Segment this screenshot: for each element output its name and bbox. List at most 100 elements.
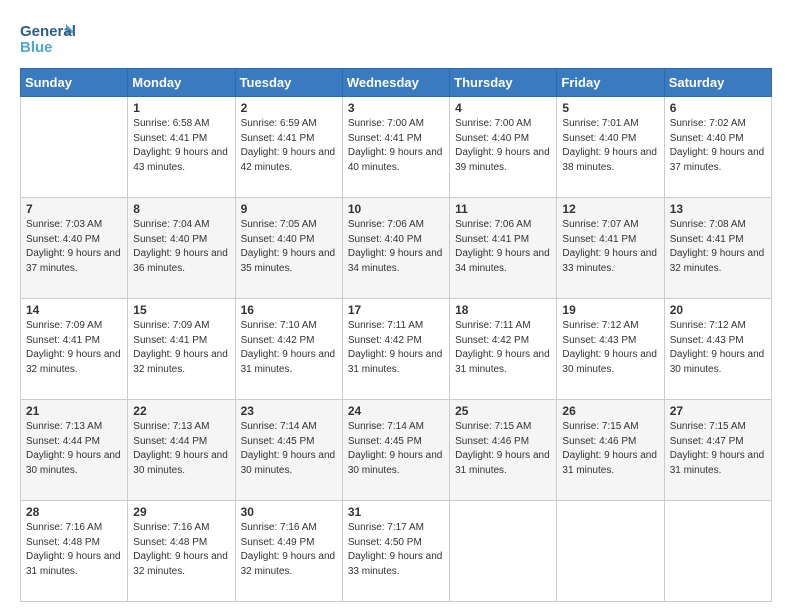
day-info: Sunrise: 7:11 AM Sunset: 4:42 PM Dayligh… (348, 319, 444, 377)
calendar-cell: 5 Sunrise: 7:01 AM Sunset: 4:40 PM Dayli… (557, 97, 664, 198)
sunrise-text: Sunrise: 7:12 AM (562, 319, 658, 334)
sunrise-text: Sunrise: 7:15 AM (562, 420, 658, 435)
day-number: 18 (455, 303, 551, 317)
sunset-text: Sunset: 4:41 PM (133, 132, 229, 147)
sunrise-text: Sunrise: 7:00 AM (455, 117, 551, 132)
daylight-text: Daylight: 9 hours and 42 minutes. (241, 146, 337, 175)
calendar-week-2: 7 Sunrise: 7:03 AM Sunset: 4:40 PM Dayli… (21, 198, 772, 299)
day-info: Sunrise: 7:10 AM Sunset: 4:42 PM Dayligh… (241, 319, 337, 377)
sunset-text: Sunset: 4:41 PM (670, 233, 766, 248)
calendar-cell: 8 Sunrise: 7:04 AM Sunset: 4:40 PM Dayli… (128, 198, 235, 299)
calendar-cell: 28 Sunrise: 7:16 AM Sunset: 4:48 PM Dayl… (21, 501, 128, 602)
sunrise-text: Sunrise: 7:13 AM (133, 420, 229, 435)
sunset-text: Sunset: 4:40 PM (562, 132, 658, 147)
day-number: 19 (562, 303, 658, 317)
calendar-cell: 1 Sunrise: 6:58 AM Sunset: 4:41 PM Dayli… (128, 97, 235, 198)
calendar-week-3: 14 Sunrise: 7:09 AM Sunset: 4:41 PM Dayl… (21, 299, 772, 400)
day-number: 23 (241, 404, 337, 418)
sunset-text: Sunset: 4:45 PM (241, 435, 337, 450)
sunset-text: Sunset: 4:40 PM (455, 132, 551, 147)
day-info: Sunrise: 7:08 AM Sunset: 4:41 PM Dayligh… (670, 218, 766, 276)
sunset-text: Sunset: 4:44 PM (133, 435, 229, 450)
sunrise-text: Sunrise: 7:10 AM (241, 319, 337, 334)
day-info: Sunrise: 7:04 AM Sunset: 4:40 PM Dayligh… (133, 218, 229, 276)
day-number: 5 (562, 101, 658, 115)
day-info: Sunrise: 7:15 AM Sunset: 4:46 PM Dayligh… (562, 420, 658, 478)
sunrise-text: Sunrise: 7:13 AM (26, 420, 122, 435)
sunrise-text: Sunrise: 7:11 AM (455, 319, 551, 334)
calendar-cell: 15 Sunrise: 7:09 AM Sunset: 4:41 PM Dayl… (128, 299, 235, 400)
sunrise-text: Sunrise: 7:08 AM (670, 218, 766, 233)
day-number: 8 (133, 202, 229, 216)
daylight-text: Daylight: 9 hours and 32 minutes. (133, 348, 229, 377)
daylight-text: Daylight: 9 hours and 43 minutes. (133, 146, 229, 175)
calendar-cell: 23 Sunrise: 7:14 AM Sunset: 4:45 PM Dayl… (235, 400, 342, 501)
sunset-text: Sunset: 4:40 PM (133, 233, 229, 248)
sunset-text: Sunset: 4:41 PM (26, 334, 122, 349)
day-info: Sunrise: 7:14 AM Sunset: 4:45 PM Dayligh… (241, 420, 337, 478)
day-number: 10 (348, 202, 444, 216)
calendar-cell: 12 Sunrise: 7:07 AM Sunset: 4:41 PM Dayl… (557, 198, 664, 299)
sunset-text: Sunset: 4:47 PM (670, 435, 766, 450)
day-info: Sunrise: 7:03 AM Sunset: 4:40 PM Dayligh… (26, 218, 122, 276)
calendar-cell (664, 501, 771, 602)
calendar-week-1: 1 Sunrise: 6:58 AM Sunset: 4:41 PM Dayli… (21, 97, 772, 198)
daylight-text: Daylight: 9 hours and 32 minutes. (26, 348, 122, 377)
day-info: Sunrise: 7:05 AM Sunset: 4:40 PM Dayligh… (241, 218, 337, 276)
daylight-text: Daylight: 9 hours and 36 minutes. (133, 247, 229, 276)
daylight-text: Daylight: 9 hours and 32 minutes. (241, 550, 337, 579)
day-number: 12 (562, 202, 658, 216)
daylight-text: Daylight: 9 hours and 35 minutes. (241, 247, 337, 276)
day-number: 13 (670, 202, 766, 216)
day-info: Sunrise: 7:00 AM Sunset: 4:40 PM Dayligh… (455, 117, 551, 175)
day-info: Sunrise: 7:06 AM Sunset: 4:40 PM Dayligh… (348, 218, 444, 276)
weekday-header-saturday: Saturday (664, 69, 771, 97)
weekday-header-sunday: Sunday (21, 69, 128, 97)
sunset-text: Sunset: 4:41 PM (133, 334, 229, 349)
sunrise-text: Sunrise: 7:09 AM (133, 319, 229, 334)
day-info: Sunrise: 7:12 AM Sunset: 4:43 PM Dayligh… (562, 319, 658, 377)
calendar-cell: 3 Sunrise: 7:00 AM Sunset: 4:41 PM Dayli… (342, 97, 449, 198)
header: General Blue (20, 18, 772, 60)
sunrise-text: Sunrise: 7:16 AM (26, 521, 122, 536)
daylight-text: Daylight: 9 hours and 30 minutes. (26, 449, 122, 478)
sunset-text: Sunset: 4:43 PM (670, 334, 766, 349)
day-info: Sunrise: 7:13 AM Sunset: 4:44 PM Dayligh… (26, 420, 122, 478)
sunset-text: Sunset: 4:48 PM (26, 536, 122, 551)
daylight-text: Daylight: 9 hours and 31 minutes. (348, 348, 444, 377)
day-info: Sunrise: 7:09 AM Sunset: 4:41 PM Dayligh… (133, 319, 229, 377)
daylight-text: Daylight: 9 hours and 31 minutes. (562, 449, 658, 478)
daylight-text: Daylight: 9 hours and 31 minutes. (670, 449, 766, 478)
calendar-week-5: 28 Sunrise: 7:16 AM Sunset: 4:48 PM Dayl… (21, 501, 772, 602)
sunset-text: Sunset: 4:46 PM (455, 435, 551, 450)
calendar-cell: 6 Sunrise: 7:02 AM Sunset: 4:40 PM Dayli… (664, 97, 771, 198)
sunrise-text: Sunrise: 7:04 AM (133, 218, 229, 233)
sunset-text: Sunset: 4:41 PM (241, 132, 337, 147)
daylight-text: Daylight: 9 hours and 37 minutes. (670, 146, 766, 175)
daylight-text: Daylight: 9 hours and 31 minutes. (26, 550, 122, 579)
daylight-text: Daylight: 9 hours and 30 minutes. (562, 348, 658, 377)
day-info: Sunrise: 7:00 AM Sunset: 4:41 PM Dayligh… (348, 117, 444, 175)
weekday-header-thursday: Thursday (450, 69, 557, 97)
sunset-text: Sunset: 4:43 PM (562, 334, 658, 349)
calendar-cell: 4 Sunrise: 7:00 AM Sunset: 4:40 PM Dayli… (450, 97, 557, 198)
sunset-text: Sunset: 4:48 PM (133, 536, 229, 551)
sunset-text: Sunset: 4:46 PM (562, 435, 658, 450)
day-number: 6 (670, 101, 766, 115)
day-info: Sunrise: 7:06 AM Sunset: 4:41 PM Dayligh… (455, 218, 551, 276)
day-info: Sunrise: 7:16 AM Sunset: 4:48 PM Dayligh… (133, 521, 229, 579)
sunrise-text: Sunrise: 7:06 AM (348, 218, 444, 233)
sunrise-text: Sunrise: 7:16 AM (133, 521, 229, 536)
sunset-text: Sunset: 4:42 PM (348, 334, 444, 349)
weekday-header-row: SundayMondayTuesdayWednesdayThursdayFrid… (21, 69, 772, 97)
calendar-cell (557, 501, 664, 602)
sunrise-text: Sunrise: 7:06 AM (455, 218, 551, 233)
sunrise-text: Sunrise: 7:14 AM (241, 420, 337, 435)
day-number: 4 (455, 101, 551, 115)
daylight-text: Daylight: 9 hours and 32 minutes. (670, 247, 766, 276)
sunset-text: Sunset: 4:42 PM (241, 334, 337, 349)
day-number: 1 (133, 101, 229, 115)
calendar-table: SundayMondayTuesdayWednesdayThursdayFrid… (20, 68, 772, 602)
day-number: 16 (241, 303, 337, 317)
sunrise-text: Sunrise: 7:15 AM (455, 420, 551, 435)
